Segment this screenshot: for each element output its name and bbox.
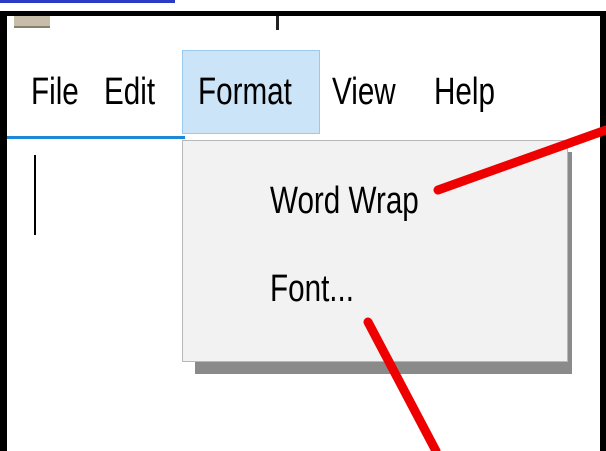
annotation-arrows [363, 125, 606, 451]
arrow-to-font [363, 317, 441, 451]
arrow-to-word-wrap [433, 125, 606, 195]
notepad-screenshot: File Edit Format View Help Word Wrap Fon… [0, 0, 606, 451]
